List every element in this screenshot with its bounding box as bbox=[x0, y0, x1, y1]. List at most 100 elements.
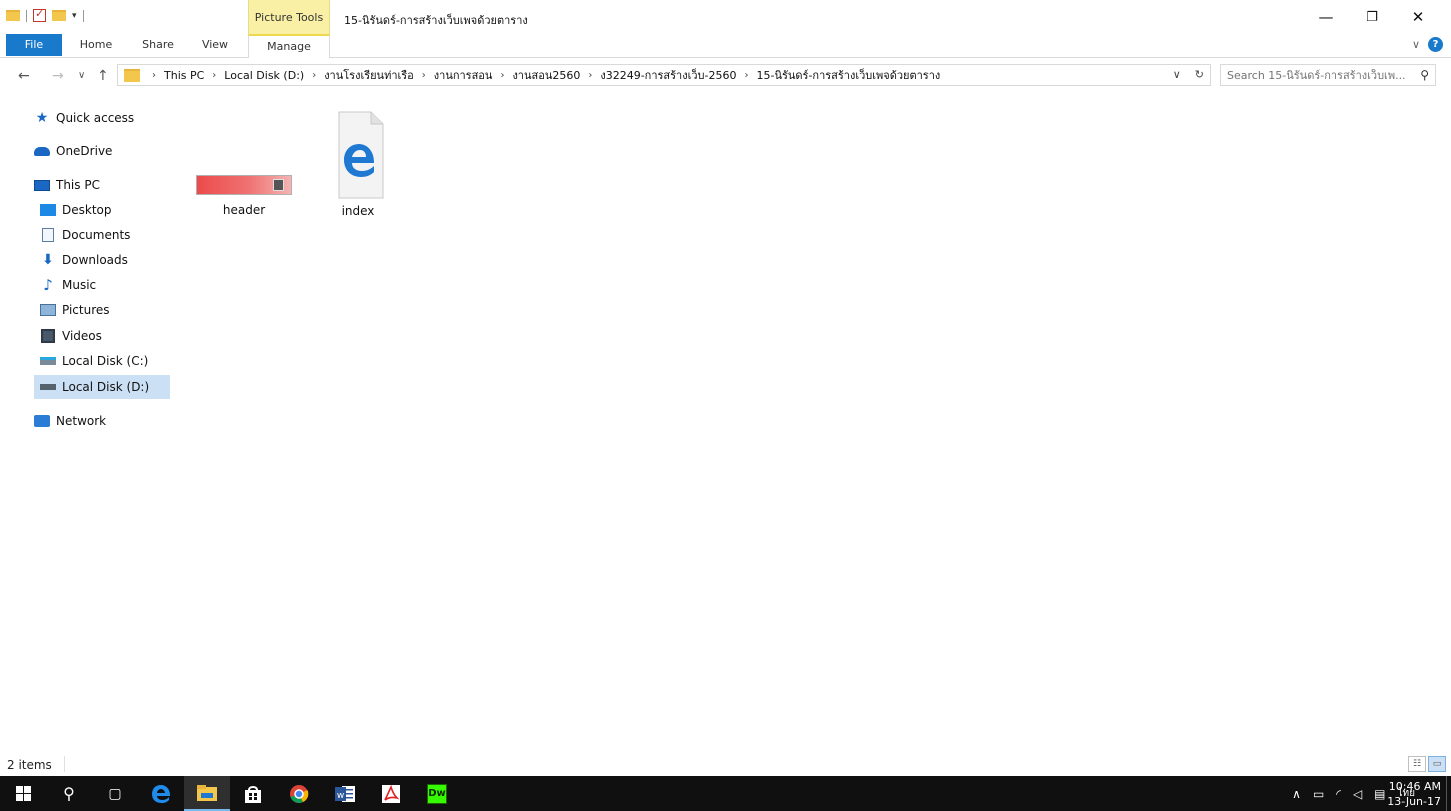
dreamweaver-taskbar-button[interactable]: Dw bbox=[414, 776, 460, 811]
minimize-button[interactable]: — bbox=[1303, 0, 1349, 34]
file-item-header[interactable]: header bbox=[196, 94, 292, 217]
desktop-icon bbox=[40, 203, 56, 217]
onedrive-cloud-icon bbox=[34, 144, 50, 158]
status-separator bbox=[64, 756, 65, 772]
tab-share[interactable]: Share bbox=[134, 34, 182, 58]
breadcrumb: › This PC › Local Disk (D:) › งานโรงเรีย… bbox=[144, 66, 940, 84]
details-view-icon[interactable]: ☷ bbox=[1408, 756, 1426, 772]
search-input[interactable] bbox=[1227, 68, 1407, 82]
breadcrumb-separator-icon[interactable]: › bbox=[500, 70, 504, 81]
customize-qat-dropdown-icon[interactable]: ▾ bbox=[72, 11, 77, 21]
close-button[interactable]: ✕ bbox=[1395, 0, 1441, 34]
nav-item-label: Network bbox=[56, 414, 107, 428]
picture-tools-context-label: Picture Tools bbox=[248, 0, 330, 34]
quick-access-star-icon: ★ bbox=[35, 110, 49, 126]
nav-downloads[interactable]: ⬇ Downloads bbox=[0, 248, 170, 272]
breadcrumb-separator-icon[interactable]: › bbox=[152, 70, 156, 81]
task-view-button[interactable]: ▢ bbox=[92, 776, 138, 811]
chrome-taskbar-button[interactable] bbox=[276, 776, 322, 811]
breadcrumb-teaching-2560[interactable]: งานสอน2560 bbox=[512, 66, 580, 84]
action-center-icon[interactable]: ▤ bbox=[1374, 787, 1385, 801]
nav-item-label: Videos bbox=[62, 329, 102, 343]
show-hidden-icons-chevron-icon[interactable]: ∧ bbox=[1292, 787, 1301, 801]
wifi-icon[interactable]: ◜ bbox=[1336, 787, 1341, 801]
nav-item-label: This PC bbox=[56, 178, 100, 192]
breadcrumb-separator-icon[interactable]: › bbox=[312, 70, 316, 81]
volume-icon[interactable]: ◁ bbox=[1353, 787, 1362, 801]
windows-logo-icon bbox=[15, 786, 31, 801]
breadcrumb-course[interactable]: ง32249-การสร้างเว็บ-2560 bbox=[600, 66, 736, 84]
header-image-thumbnail bbox=[196, 175, 292, 195]
search-taskbar-button[interactable]: ⚲ bbox=[46, 776, 92, 811]
breadcrumb-school-work[interactable]: งานโรงเรียนท่าเรือ bbox=[324, 66, 414, 84]
word-taskbar-button[interactable]: w bbox=[322, 776, 368, 811]
file-list-view: header index bbox=[172, 94, 1451, 752]
nav-documents[interactable]: Documents bbox=[0, 223, 170, 247]
breadcrumb-local-disk-d[interactable]: Local Disk (D:) bbox=[224, 69, 304, 82]
breadcrumb-separator-icon[interactable]: › bbox=[212, 70, 216, 81]
context-tab-group-label: Picture Tools bbox=[254, 11, 324, 24]
address-bar[interactable]: › This PC › Local Disk (D:) › งานโรงเรีย… bbox=[117, 64, 1211, 86]
taskbar-clock[interactable]: 10:46 AM 13-Jun-17 bbox=[1387, 779, 1441, 809]
navigation-pane: ★ Quick access OneDrive This PC Desktop … bbox=[0, 94, 172, 752]
up-arrow-icon[interactable]: ↑ bbox=[97, 68, 109, 84]
search-icon: ⚲ bbox=[63, 784, 75, 803]
expand-ribbon-chevron-icon[interactable]: ∨ bbox=[1412, 38, 1420, 51]
tab-file[interactable]: File bbox=[6, 34, 62, 56]
search-icon[interactable]: ⚲ bbox=[1420, 68, 1429, 82]
recent-locations-chevron-icon[interactable]: ∨ bbox=[78, 70, 85, 81]
large-icons-view-icon[interactable]: ▭ bbox=[1428, 756, 1446, 772]
nav-item-label: Desktop bbox=[62, 203, 112, 217]
breadcrumb-separator-icon[interactable]: › bbox=[744, 70, 748, 81]
file-item-index[interactable]: index bbox=[310, 94, 406, 218]
ribbon-tab-bar: File Home Share View Manage ∨ ? bbox=[0, 34, 1451, 59]
documents-icon bbox=[40, 228, 56, 242]
nav-this-pc[interactable]: This PC bbox=[0, 173, 170, 197]
dreamweaver-icon-label: Dw bbox=[428, 788, 446, 799]
nav-local-disk-c[interactable]: Local Disk (C:) bbox=[0, 349, 170, 373]
nav-quick-access[interactable]: ★ Quick access bbox=[0, 106, 170, 130]
back-arrow-icon[interactable]: ← bbox=[18, 68, 30, 84]
breadcrumb-separator-icon[interactable]: › bbox=[588, 70, 592, 81]
breadcrumb-this-pc[interactable]: This PC bbox=[164, 69, 204, 82]
forward-arrow-icon[interactable]: → bbox=[52, 68, 64, 84]
show-desktop-button[interactable] bbox=[1446, 776, 1451, 811]
breadcrumb-separator-icon[interactable]: › bbox=[422, 70, 426, 81]
acrobat-pdf-icon bbox=[382, 784, 400, 803]
this-pc-icon bbox=[34, 178, 50, 192]
nav-music[interactable]: ♪ Music bbox=[0, 273, 170, 297]
nav-desktop[interactable]: Desktop bbox=[0, 198, 170, 222]
breadcrumb-teaching[interactable]: งานการสอน bbox=[434, 66, 493, 84]
tab-home[interactable]: Home bbox=[72, 34, 120, 58]
file-explorer-taskbar-button[interactable] bbox=[184, 776, 230, 811]
address-bar-controls: ∨ ↻ bbox=[1173, 68, 1204, 81]
nav-item-label: Local Disk (C:) bbox=[62, 354, 149, 368]
search-box[interactable]: ⚲ bbox=[1220, 64, 1436, 86]
address-dropdown-chevron-icon[interactable]: ∨ bbox=[1173, 68, 1181, 81]
nav-pictures[interactable]: Pictures bbox=[0, 298, 170, 322]
word-icon: w bbox=[335, 785, 355, 802]
file-name: header bbox=[222, 203, 266, 217]
nav-local-disk-d[interactable]: Local Disk (D:) bbox=[34, 375, 170, 399]
nav-item-label: Documents bbox=[62, 228, 131, 242]
tab-view[interactable]: View bbox=[194, 34, 236, 58]
nav-onedrive[interactable]: OneDrive bbox=[0, 139, 170, 163]
breadcrumb-current-folder[interactable]: 15-นิรันดร์-การสร้างเว็บเพจด้วยตาราง bbox=[756, 66, 940, 84]
qat-separator bbox=[82, 9, 84, 22]
edge-taskbar-button[interactable] bbox=[138, 776, 184, 811]
restore-button[interactable]: ❐ bbox=[1349, 0, 1395, 34]
refresh-icon[interactable]: ↻ bbox=[1195, 68, 1204, 81]
nav-network[interactable]: Network bbox=[0, 409, 170, 433]
quick-access-toolbar: ▾ bbox=[6, 7, 84, 22]
title-bar: ▾ Picture Tools 15-นิรันดร์-การสร้างเว็บ… bbox=[0, 0, 1451, 34]
start-button[interactable] bbox=[0, 776, 46, 811]
properties-check-icon[interactable] bbox=[33, 7, 46, 22]
store-taskbar-button[interactable] bbox=[230, 776, 276, 811]
tab-manage[interactable]: Manage bbox=[248, 34, 330, 59]
acrobat-taskbar-button[interactable] bbox=[368, 776, 414, 811]
help-icon[interactable]: ? bbox=[1428, 37, 1443, 52]
folder-icon bbox=[6, 10, 20, 21]
nav-videos[interactable]: Videos bbox=[0, 324, 170, 348]
new-folder-icon[interactable] bbox=[52, 10, 66, 21]
battery-power-icon[interactable]: ▭ bbox=[1313, 787, 1324, 801]
